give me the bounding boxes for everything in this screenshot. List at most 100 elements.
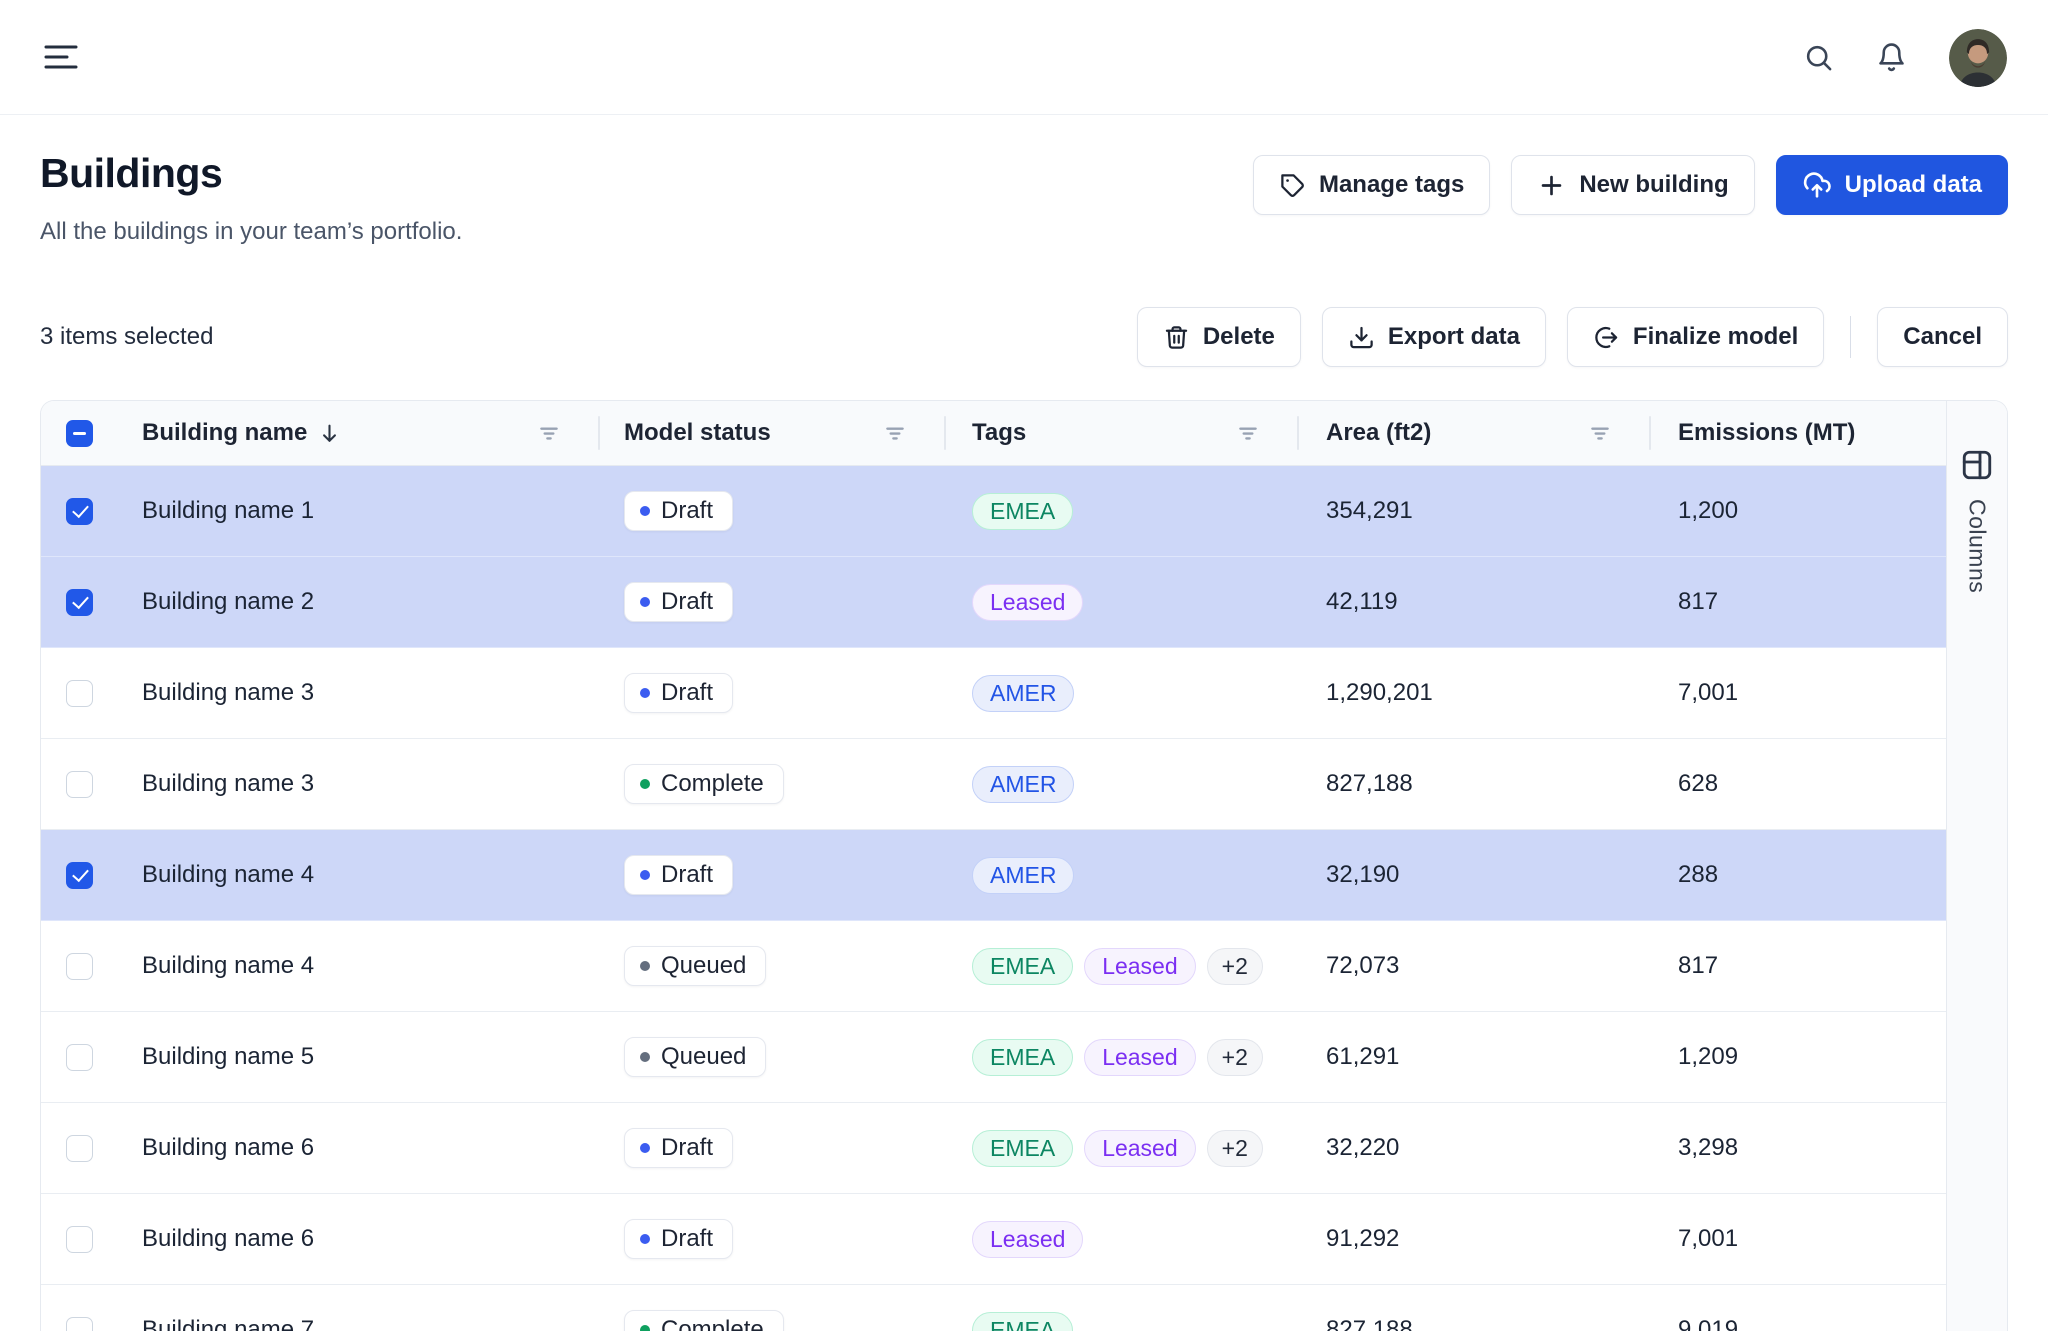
area-value: 827,188 [1299,739,1651,829]
status-dot-icon [640,597,650,607]
filter-icon[interactable] [1235,420,1261,446]
table-row[interactable]: Building name 1 Draft EMEA 354,291 1,200 [41,466,2007,557]
building-name: Building name 2 [142,588,314,616]
table-row[interactable]: Building name 2 Draft Leased 42,119 817 [41,557,2007,648]
tag-pill: Leased [972,584,1083,621]
row-checkbox[interactable] [66,680,93,707]
selection-actions: Delete Export data Finalize model [1137,307,2008,367]
row-checkbox[interactable] [66,1135,93,1162]
tag-pill: Leased [972,1221,1083,1258]
row-checkbox[interactable] [66,1226,93,1253]
new-building-button[interactable]: New building [1511,155,1754,215]
primary-actions: Manage tags New building Upload data [1253,155,2008,215]
new-building-label: New building [1579,171,1728,199]
status-label: Draft [661,679,713,707]
upload-data-label: Upload data [1845,171,1982,199]
status-dot-icon [640,506,650,516]
delete-button[interactable]: Delete [1137,307,1301,367]
building-name: Building name 6 [142,1134,314,1162]
overflow-tag-chip[interactable]: +2 [1207,948,1263,985]
filter-icon[interactable] [536,420,562,446]
user-avatar[interactable] [1949,29,2007,87]
topbar-actions [1803,0,2007,115]
export-data-button[interactable]: Export data [1322,307,1546,367]
row-checkbox[interactable] [66,498,93,525]
row-checkbox[interactable] [66,953,93,980]
delete-label: Delete [1203,323,1275,351]
tags-cell: AMER [946,739,1299,829]
column-header-tags[interactable]: Tags [972,419,1026,447]
status-dot-icon [640,688,650,698]
status-label: Complete [661,770,764,798]
column-header-emissions[interactable]: Emissions (MT) [1678,419,1855,447]
row-checkbox[interactable] [66,1317,93,1331]
status-dot-icon [640,1325,650,1331]
tags-cell: EMEA Leased +2 [946,1103,1299,1193]
status-badge: Complete [624,1310,784,1331]
columns-rail-label: Columns [1964,499,1991,593]
tag-pill: Leased [1084,1130,1195,1167]
plus-icon [1537,171,1566,200]
tags-cell: EMEA [946,466,1299,556]
status-dot-icon [640,1143,650,1153]
status-label: Complete [661,1316,764,1331]
status-badge: Draft [624,491,733,531]
table-row[interactable]: Building name 5 Queued EMEALeased+2 61,2… [41,1012,2007,1103]
table-body: Building name 1 Draft EMEA 354,291 1,200… [41,466,2007,1331]
table-row[interactable]: Building name 4 Queued EMEALeased+2 72,0… [41,921,2007,1012]
status-badge: Draft [624,1219,733,1259]
menu-icon[interactable] [44,42,78,73]
tag-pill: AMER [972,857,1074,894]
building-name: Building name 7 [142,1316,314,1331]
building-name: Building name 3 [142,770,314,798]
row-checkbox[interactable] [66,862,93,889]
upload-data-button[interactable]: Upload data [1776,155,2008,215]
columns-rail-toggle[interactable]: Columns [1946,401,2007,1331]
manage-tags-label: Manage tags [1319,171,1464,199]
column-header-building-name[interactable]: Building name [142,419,307,447]
overflow-tag-chip[interactable]: +2 [1207,1130,1263,1167]
row-checkbox[interactable] [66,589,93,616]
row-checkbox[interactable] [66,1044,93,1071]
arrow-right-circle-icon [1593,324,1620,351]
tag-pill: EMEA [972,493,1073,530]
sort-descending-icon[interactable] [317,421,342,446]
area-value: 1,290,201 [1299,648,1651,738]
table-row[interactable]: Building name 3 Complete AMER 827,188 62… [41,739,2007,830]
status-label: Draft [661,861,713,889]
row-checkbox[interactable] [66,771,93,798]
tag-pill: EMEA [972,1039,1073,1076]
building-name: Building name 6 [142,1225,314,1253]
tag-pill: EMEA [972,1130,1073,1167]
area-value: 72,073 [1299,921,1651,1011]
overflow-tag-chip[interactable]: +2 [1207,1039,1263,1076]
manage-tags-button[interactable]: Manage tags [1253,155,1490,215]
filter-icon[interactable] [882,420,908,446]
cancel-button[interactable]: Cancel [1877,307,2008,367]
page-subtitle: All the buildings in your team’s portfol… [40,218,462,246]
search-icon[interactable] [1803,42,1834,73]
table-row[interactable]: Building name 3 Draft AMER 1,290,201 7,0… [41,648,2007,739]
table-row[interactable]: Building name 6 Draft EMEA Leased +2 32,22… [41,1103,2007,1194]
tag-icon [1279,172,1306,199]
area-value: 61,291 [1299,1012,1651,1102]
tag-pill: Leased [1084,1039,1195,1076]
tags-cell: EMEA [946,1285,1299,1331]
status-label: Draft [661,1134,713,1162]
select-all-checkbox[interactable] [66,420,93,447]
area-value: 91,292 [1299,1194,1651,1284]
column-header-area[interactable]: Area (ft2) [1326,419,1431,447]
table-row[interactable]: Building name 7 Complete EMEA 827,188 9,… [41,1285,2007,1331]
filter-icon[interactable] [1587,420,1613,446]
table-row[interactable]: Building name 6 Draft Leased 91,292 7,00… [41,1194,2007,1285]
status-label: Queued [661,1043,746,1071]
finalize-model-button[interactable]: Finalize model [1567,307,1824,367]
column-header-model-status[interactable]: Model status [624,419,771,447]
toolbar-divider [1850,316,1851,358]
area-value: 827,188 [1299,1285,1651,1331]
building-name: Building name 3 [142,679,314,707]
notifications-bell-icon[interactable] [1876,42,1907,73]
table-row[interactable]: Building name 4 Draft AMER 32,190 288 [41,830,2007,921]
status-badge: Queued [624,1037,766,1077]
area-value: 32,220 [1299,1103,1651,1193]
